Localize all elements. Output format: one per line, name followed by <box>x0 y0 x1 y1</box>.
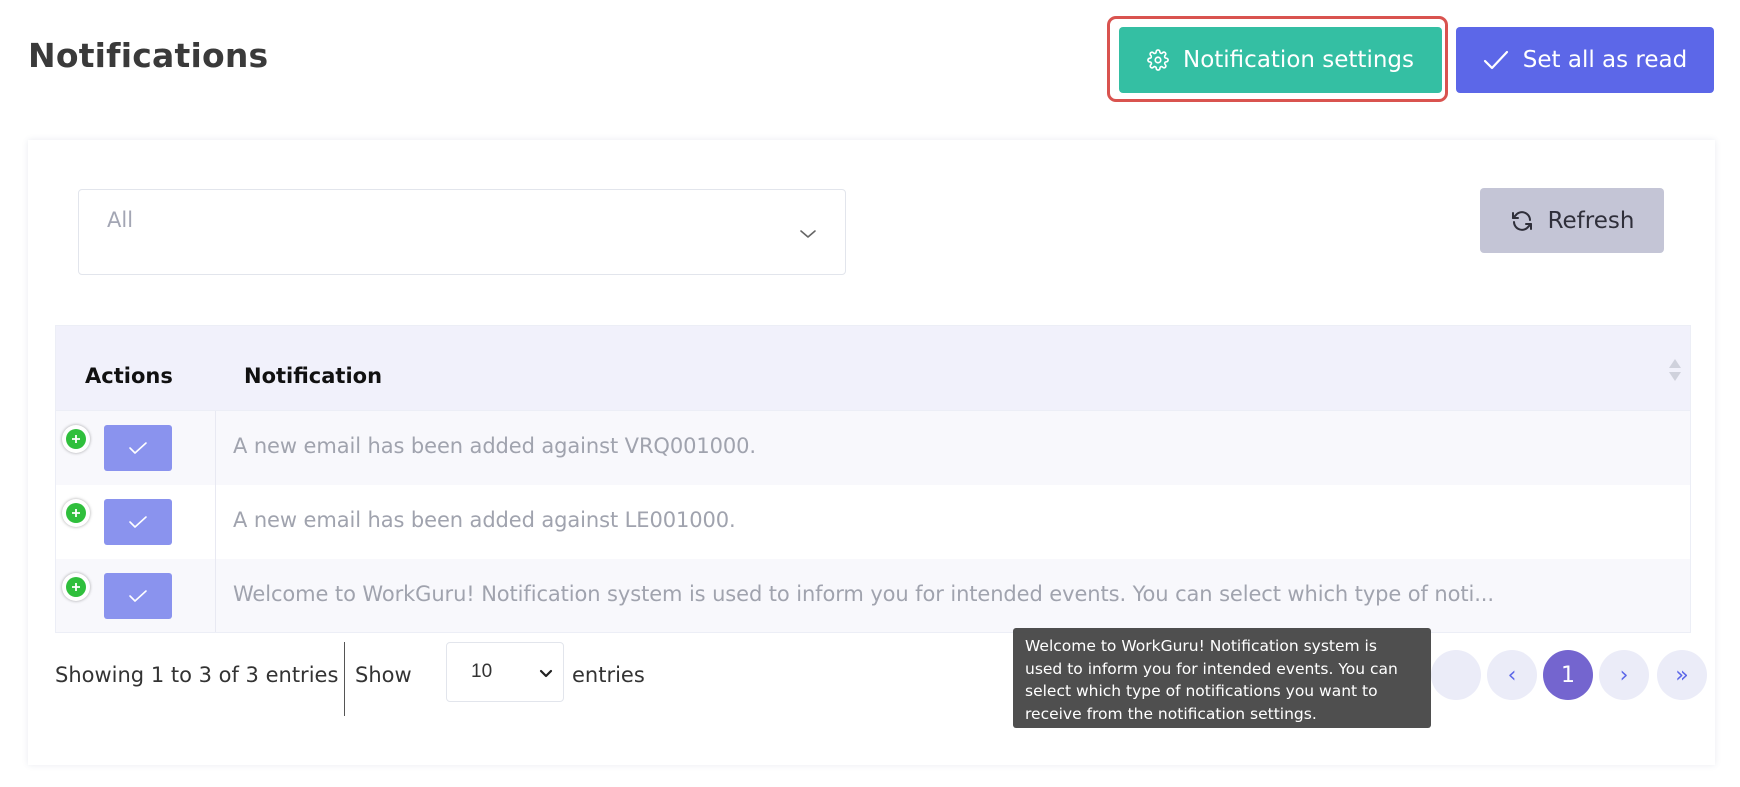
set-all-as-read-label: Set all as read <box>1522 47 1688 73</box>
expand-row-icon[interactable] <box>62 499 90 527</box>
page-size-select[interactable]: 10 <box>446 642 564 702</box>
tooltip-line: Welcome to WorkGuru! Notification system… <box>1025 637 1377 655</box>
pager-page-button[interactable]: 1 <box>1543 650 1593 700</box>
pager-prev-button[interactable]: ‹ <box>1487 650 1537 700</box>
notifications-table: Actions Notification A new email has bee… <box>55 325 1691 633</box>
check-icon <box>129 516 147 528</box>
notification-type-select[interactable]: All <box>78 189 846 275</box>
notification-tooltip: Welcome to WorkGuru! Notification system… <box>1013 628 1431 728</box>
mark-as-read-button[interactable] <box>104 425 172 471</box>
notification-text: A new email has been added against VRQ00… <box>233 434 757 458</box>
gear-icon <box>1147 49 1169 71</box>
expand-row-icon[interactable] <box>62 573 90 601</box>
column-header-notification[interactable]: Notification <box>244 364 382 388</box>
pager-first-button[interactable] <box>1431 650 1481 700</box>
show-label: Show <box>355 663 412 687</box>
refresh-label: Refresh <box>1547 207 1635 234</box>
pager-last-button[interactable]: » <box>1657 650 1707 700</box>
notification-text: Welcome to WorkGuru! Notification system… <box>233 582 1494 606</box>
check-icon <box>1483 49 1509 71</box>
table-footer: Showing 1 to 3 of 3 entries Show 10 entr… <box>55 642 1707 722</box>
expand-row-icon[interactable] <box>62 425 90 453</box>
divider <box>344 642 345 716</box>
sort-icon[interactable] <box>1668 358 1682 387</box>
tooltip-line: select which type of notifications you w… <box>1025 682 1378 700</box>
notification-settings-label: Notification settings <box>1183 47 1414 73</box>
mark-as-read-button[interactable] <box>104 499 172 545</box>
showing-entries-text: Showing 1 to 3 of 3 entries <box>55 663 339 687</box>
page-title: Notifications <box>28 36 269 75</box>
mark-as-read-button[interactable] <box>104 573 172 619</box>
chevron-down-icon <box>539 665 553 683</box>
table-header: Actions Notification <box>55 325 1691 411</box>
tooltip-line: receive from the notification settings. <box>1025 704 1317 723</box>
tooltip-line: used to inform you for intended events. … <box>1025 659 1398 678</box>
page-size-value: 10 <box>471 661 493 682</box>
chevron-down-icon <box>799 226 817 244</box>
pager-next-button[interactable]: › <box>1599 650 1649 700</box>
notification-settings-button[interactable]: Notification settings <box>1119 27 1442 93</box>
check-icon <box>129 590 147 602</box>
notifications-card: All Refresh Actions Notification A new e… <box>28 140 1715 765</box>
column-header-actions: Actions <box>85 364 173 388</box>
table-row: Welcome to WorkGuru! Notification system… <box>55 559 1691 633</box>
filter-value: All <box>107 208 134 232</box>
refresh-button[interactable]: Refresh <box>1480 188 1664 253</box>
entries-label: entries <box>572 663 645 687</box>
refresh-icon <box>1510 209 1534 233</box>
set-all-as-read-button[interactable]: Set all as read <box>1456 27 1714 93</box>
table-row: A new email has been added against VRQ00… <box>55 411 1691 485</box>
notification-text: A new email has been added against LE001… <box>233 508 736 532</box>
check-icon <box>129 442 147 454</box>
table-row: A new email has been added against LE001… <box>55 485 1691 559</box>
